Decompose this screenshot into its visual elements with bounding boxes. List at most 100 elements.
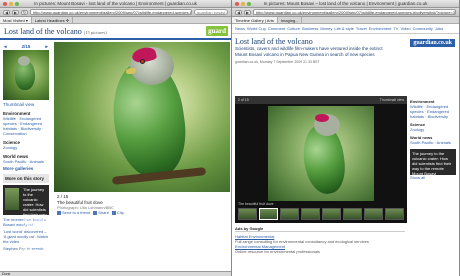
clip-link[interactable]: Clip [111, 210, 124, 215]
share-icon [93, 210, 98, 215]
gallery-photo[interactable] [268, 106, 374, 201]
share-link[interactable]: Share [93, 210, 109, 215]
sidebar-sub-environment[interactable]: Wildlife · Endangered species · Endanger… [3, 116, 49, 136]
dove-crown-small [315, 114, 329, 122]
tab-timeline[interactable]: Timeline Gallery | Arts [232, 17, 278, 23]
left-sidebar: ◄ 2/15 ► Thumbnail view Environment Wild… [0, 42, 52, 276]
related-story-card[interactable]: The journey to the volcanic crater: How … [3, 185, 49, 252]
strip-thumb[interactable] [280, 208, 299, 220]
address-bar-right[interactable]: http://www.guardian.co.uk/environment/ga… [253, 9, 456, 15]
strip-thumb[interactable] [385, 208, 404, 220]
thumb-prev-button[interactable]: ◄ [3, 44, 7, 49]
thumb-nav: ◄ 2/15 ► [3, 44, 49, 49]
clip-icon [111, 210, 116, 215]
bookmark-latest-headlines[interactable]: Latest Headlines ✣ [32, 17, 74, 23]
dove-eye [140, 59, 145, 64]
strip-thumb[interactable] [301, 208, 320, 220]
forward-button[interactable]: ▶ [12, 9, 19, 15]
standfirst: Scientists, cavers and wildlife film-mak… [235, 46, 383, 57]
story-thumbnail [5, 188, 19, 210]
nav-tv[interactable]: TV [393, 26, 398, 31]
ads-section: Ads by Google Habitat Environmental Full… [235, 226, 405, 254]
site-nav: News World Cup Comment Culture Business … [232, 24, 459, 34]
address-bar[interactable]: http://www.guardian.co.uk/environment/ga… [30, 9, 192, 15]
back-button[interactable]: ◀ [3, 9, 10, 15]
dove-beak [126, 68, 136, 74]
minimize-icon[interactable] [9, 2, 13, 6]
right-side-links-science[interactable]: Zoology [410, 127, 456, 132]
left-window-titlebar[interactable]: In pictures: Mount Bosavi - lost land of… [0, 0, 231, 8]
nav-world-cup[interactable]: World Cup [247, 26, 266, 31]
gallery-counter: 2 of 15 [238, 98, 249, 102]
search-field[interactable]: guardian bosavi wildly lost [194, 9, 228, 15]
gallery-caption: The beautiful fruit dove [238, 202, 274, 206]
strip-thumb[interactable] [364, 208, 383, 220]
window-controls-right [235, 2, 251, 6]
nav-community[interactable]: Community [413, 26, 433, 31]
right-story-card[interactable]: The journey to the volcanic crater: How … [410, 149, 456, 176]
thumb-counter: 2/15 [21, 44, 31, 49]
tab-bar-right: Timeline Gallery | Arts Imaging... [232, 17, 459, 24]
ads-header: Ads by Google [235, 226, 405, 232]
share-tools: Send to a friend Share Clip [54, 208, 164, 217]
more-galleries-link[interactable]: More galleries [3, 166, 49, 171]
gallery-title: Lost land of the volcano [4, 27, 82, 36]
thumb-next-button[interactable]: ► [45, 44, 49, 49]
gallery-viewer: 2 of 15 Thumbnail view The beautiful fru… [235, 96, 407, 223]
nav-business[interactable]: Business [302, 26, 318, 31]
zoom-icon[interactable] [247, 2, 251, 6]
right-window-titlebar[interactable]: In pictures: Mount Bosavi – lost land of… [232, 0, 459, 8]
right-browser-window: In pictures: Mount Bosavi – lost land of… [232, 0, 460, 276]
strip-thumb[interactable] [322, 208, 341, 220]
tab-imaging[interactable]: Imaging... [278, 17, 303, 23]
sidebar-sub-science[interactable]: Zoology [3, 145, 49, 150]
gallery-toolbar: 2 of 15 Thumbnail view [235, 96, 407, 104]
guardian-logo-right[interactable]: guardian.co.uk [410, 39, 455, 47]
reload-button[interactable]: ↻ [21, 9, 28, 15]
right-sidebar: Environment Wildlife · Endangered specie… [410, 96, 456, 180]
article-meta: guardian.co.uk, Monday 7 September 2009 … [235, 60, 320, 64]
mail-icon [57, 210, 61, 215]
thumb-bird-head [18, 56, 30, 66]
guardian-logo[interactable]: guard [206, 26, 228, 36]
nav-comment[interactable]: Comment [268, 26, 285, 31]
nav-money[interactable]: Money [320, 26, 332, 31]
page-header: Lost land of the volcano (15 pictures) g… [0, 24, 231, 40]
left-browser-window: In pictures: Mount Bosavi - lost land of… [0, 0, 232, 276]
ad-description: Online resource for environmental profes… [235, 249, 320, 254]
left-window-title: In pictures: Mount Bosavi - lost land of… [34, 1, 197, 6]
gallery-thumbnail-view[interactable]: Thumbnail view [380, 96, 404, 104]
right-side-links-world[interactable]: South Pacific · Animals [410, 140, 456, 145]
nav-environment[interactable]: Environment [369, 26, 391, 31]
thumbnail-view-link[interactable]: Thumbnail view [3, 102, 49, 107]
nav-life-style[interactable]: Life & style [334, 26, 354, 31]
nav-video[interactable]: Video [400, 26, 410, 31]
right-toolbar: ◀ ▶ http://www.guardian.co.uk/environmen… [232, 8, 459, 17]
zoom-icon[interactable] [15, 2, 19, 6]
window-controls [3, 2, 19, 6]
main-gallery-photo[interactable] [54, 42, 230, 192]
more-on-story-header: More on this story [3, 174, 49, 183]
strip-thumb-current[interactable] [259, 208, 278, 220]
close-icon[interactable] [3, 2, 7, 6]
nav-jobs[interactable]: Jobs [435, 26, 443, 31]
left-toolbar: ◀ ▶ ↻ http://www.guardian.co.uk/environm… [0, 8, 231, 17]
send-to-friend-link[interactable]: Send to a friend [57, 210, 90, 215]
nav-travel[interactable]: Travel [356, 26, 367, 31]
back-button[interactable]: ◀ [235, 9, 242, 15]
minimize-icon[interactable] [241, 2, 245, 6]
picture-count: (15 pictures) [83, 30, 107, 35]
strip-thumb[interactable] [343, 208, 362, 220]
strip-thumb[interactable] [238, 208, 257, 220]
nav-culture[interactable]: Culture [287, 26, 300, 31]
forward-button[interactable]: ▶ [244, 9, 251, 15]
sidebar-sub-world-news[interactable]: South Pacific · Animals [3, 159, 49, 164]
gallery-thumbnail[interactable] [3, 50, 49, 100]
page-title: Lost land of the volcano (15 pictures) [4, 27, 107, 36]
close-icon[interactable] [235, 2, 239, 6]
bookmark-most-visited[interactable]: Most Visited ▾ [0, 17, 32, 23]
right-side-links-environment[interactable]: Wildlife · Endangered species · Endanger… [410, 104, 456, 119]
right-window-title: In pictures: Mount Bosavi – lost land of… [263, 1, 428, 6]
status-bar: Done [0, 271, 231, 276]
nav-news[interactable]: News [235, 26, 245, 31]
